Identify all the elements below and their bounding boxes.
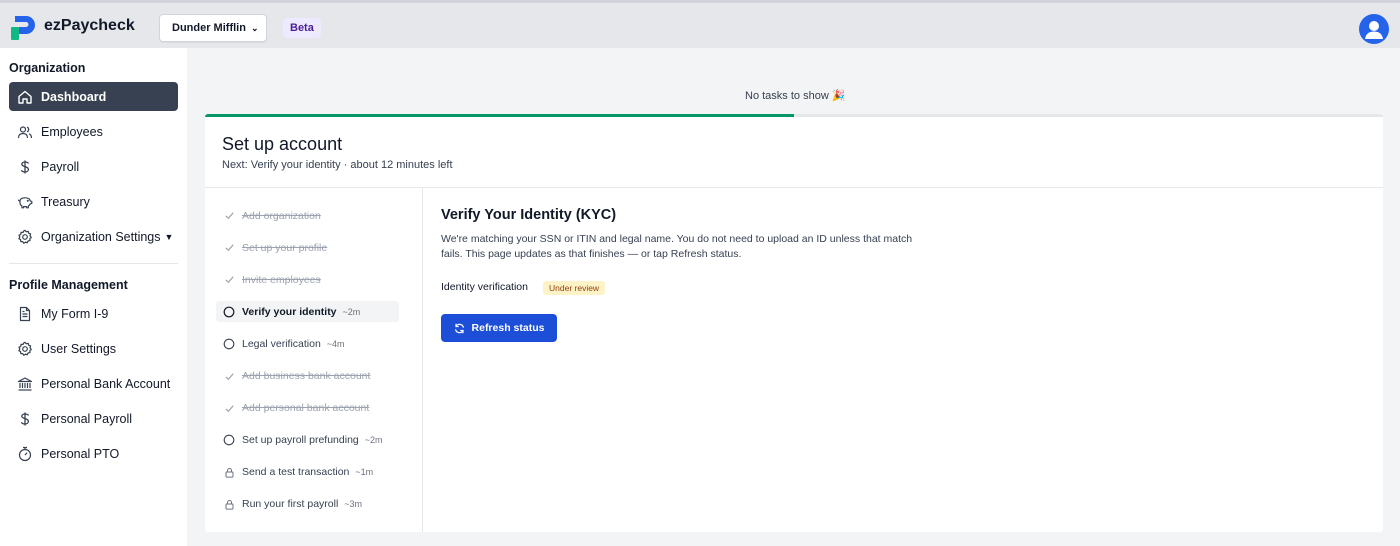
sidebar-item-label: My Form I-9 [41,306,109,321]
setup-step[interactable]: Run your first payroll ~3m [216,494,399,515]
refresh-icon [454,323,464,333]
dollar-icon [9,159,41,175]
sidebar-item-payroll[interactable]: Payroll [9,152,178,181]
setup-step-time: ~1m [355,467,374,478]
beta-badge: Beta [283,18,321,38]
sidebar-item-label: Organization Settings [41,229,161,244]
setup-step[interactable]: Add business bank account [216,366,399,387]
setup-step-label: Set up payroll prefunding [242,434,359,447]
kyc-description: We're matching your SSN or ITIN and lega… [441,233,913,260]
steps-divider [422,187,423,532]
gear-icon [9,341,41,357]
no-tasks-message: No tasks to show 🎉 [745,90,846,102]
organization-select-value: Dunder Mifflin [172,22,246,34]
setup-step-label: Set up your profile [242,241,328,254]
stopwatch-icon [9,446,41,462]
setup-step-time: ~2m [342,306,361,317]
sidebar-divider [9,263,178,264]
sidebar-item-label: Personal Bank Account [41,376,171,391]
user-avatar[interactable] [1359,14,1389,44]
sidebar-item-label: Employees [41,124,103,139]
setup-step-label: Add personal bank account [242,402,370,415]
sidebar-item-employees[interactable]: Employees [9,117,178,146]
sidebar-item-personal-pto[interactable]: Personal PTO [9,439,178,468]
sidebar-item-label: Personal PTO [41,446,120,461]
sidebar-item-label: Dashboard [41,89,107,104]
setup-step[interactable]: Verify your identity ~2m [216,301,399,323]
setup-title: Set up account [222,134,343,154]
setup-step-label: Add business bank account [242,370,371,382]
piggy-bank-icon [9,194,41,210]
sidebar-item-personal-payroll[interactable]: Personal Payroll [9,404,178,433]
bank-icon [9,376,41,392]
setup-step[interactable]: Legal verification ~4m [216,333,399,354]
setup-step-time: ~4m [326,338,345,349]
identity-verification-label: Identity verification [441,281,528,293]
card-divider [205,187,1383,188]
kyc-title: Verify Your Identity (KYC) [441,207,617,223]
sidebar-item-personal-bank-account[interactable]: Personal Bank Account [9,369,178,398]
circle-icon [216,306,242,318]
organization-section-title: Organization [9,61,86,75]
check-icon [216,274,242,285]
setup-account-card: Set up account Next: Verify your identit… [205,114,1383,532]
setup-step-label: Send a test transaction [242,466,350,479]
setup-step-label: Legal verification [242,337,321,350]
setup-step[interactable]: Set up payroll prefunding ~2m [216,430,399,451]
setup-step[interactable]: Send a test transaction ~1m [216,462,399,483]
profile-management-section-title: Profile Management [9,278,128,292]
sidebar-item-my-form-i9[interactable]: My Form I-9 [9,299,178,328]
sidebar-item-label: User Settings [41,341,117,356]
refresh-status-label: Refresh status [471,322,545,334]
setup-step[interactable]: Add organization [216,205,399,226]
setup-subtitle: Next: Verify your identity · about 12 mi… [222,159,453,171]
check-icon [216,403,242,414]
users-icon [9,124,41,140]
setup-step[interactable]: Set up your profile [216,237,399,258]
sidebar-item-label: Treasury [41,194,90,209]
setup-step-label: Run your first payroll [242,498,339,511]
setup-step-label: Add organization [242,209,321,222]
setup-step-time: ~2m [364,435,383,446]
setup-step-label: Invite employees [242,273,321,286]
check-icon [216,371,242,382]
sidebar-item-user-settings[interactable]: User Settings [9,334,178,363]
refresh-status-button[interactable]: Refresh status [441,314,557,342]
circle-icon [216,434,242,446]
setup-step-time: ~3m [344,499,363,510]
lock-icon [216,499,242,510]
setup-step[interactable]: Invite employees [216,269,399,290]
ezpaycheck-logo-icon[interactable] [11,16,37,40]
setup-progress-bar [205,114,1383,117]
setup-progress-fill [205,114,794,117]
status-badge: Under review [543,281,606,295]
sidebar-item-treasury[interactable]: Treasury [9,187,178,216]
sidebar-item-label: Personal Payroll [41,411,133,426]
check-icon [216,242,242,253]
chevron-down-icon: ⌄ [250,22,259,33]
setup-step[interactable]: Add personal bank account [216,398,399,419]
sidebar: Organization Dashboard Employees Payroll… [0,48,187,546]
lock-icon [216,467,242,478]
user-icon [1365,21,1383,39]
circle-icon [216,338,242,350]
chevron-down-icon: ▼ [164,231,174,242]
top-bar: ezPaycheck Dunder Mifflin ⌄ Beta [0,0,1400,48]
brand-name: ezPaycheck [44,17,135,34]
setup-step-label: Verify your identity [242,305,337,318]
sidebar-item-label: Payroll [41,159,80,174]
sidebar-item-organization-settings[interactable]: Organization Settings ▼ [9,222,178,251]
sidebar-item-dashboard[interactable]: Dashboard [9,82,178,111]
gear-icon [9,229,41,245]
check-icon [216,210,242,221]
document-icon [9,306,41,322]
home-icon [9,89,41,105]
dollar-icon [9,411,41,427]
organization-select[interactable]: Dunder Mifflin ⌄ [159,14,267,42]
